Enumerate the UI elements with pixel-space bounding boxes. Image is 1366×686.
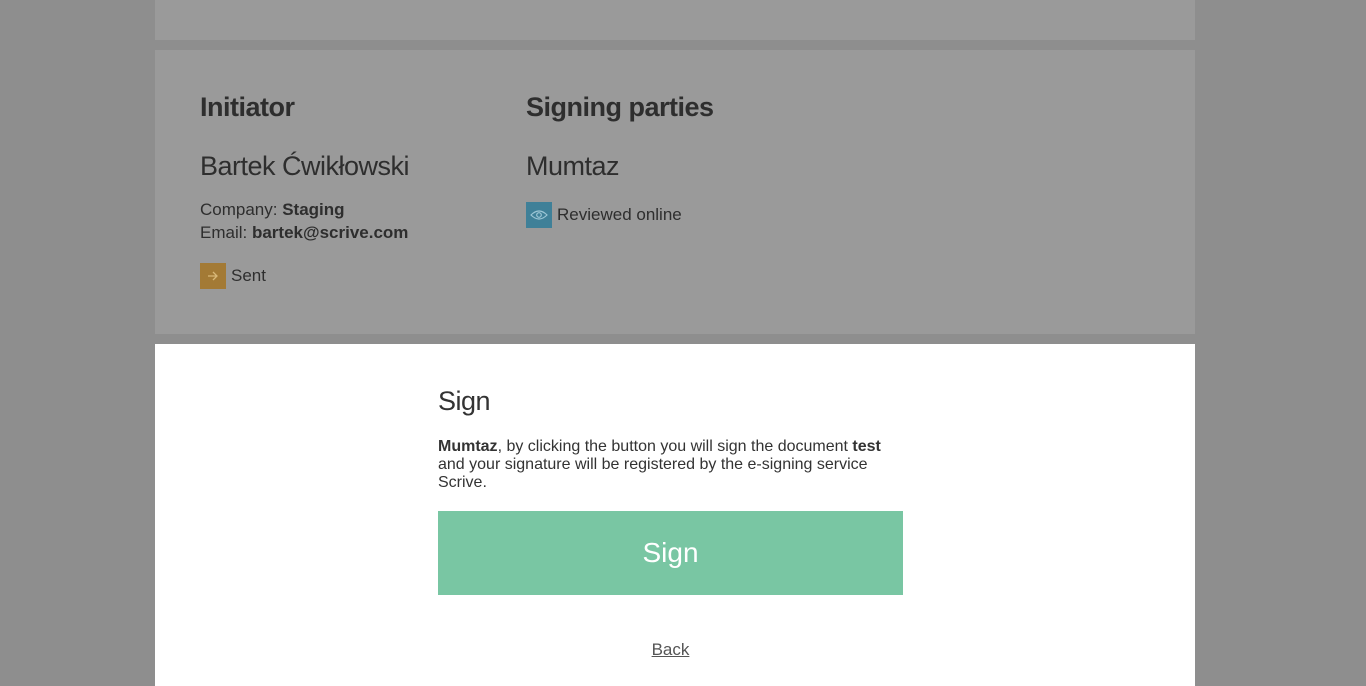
initiator-heading: Initiator — [200, 92, 295, 122]
company-value: Staging — [282, 200, 345, 219]
initiator-name: Bartek Ćwikłowski — [200, 151, 410, 181]
initiator-email: Email: bartek@scrive.com — [200, 223, 408, 243]
eye-icon — [526, 202, 552, 228]
signing-parties-heading: Signing parties — [526, 92, 714, 122]
signing-party-status: Reviewed online — [526, 202, 682, 228]
parties-panel: Initiator Bartek Ćwikłowski Company: Sta… — [155, 50, 1195, 334]
status-text: Reviewed online — [557, 205, 682, 224]
signer-name: Mumtaz — [438, 438, 498, 455]
back-link[interactable]: Back — [438, 640, 903, 660]
company-label: Company: — [200, 200, 278, 219]
email-label: Email: — [200, 223, 248, 242]
signing-party-name: Mumtaz — [526, 151, 620, 181]
email-value: bartek@scrive.com — [251, 223, 409, 242]
sign-description: Mumtaz, by clicking the button you will … — [438, 438, 908, 492]
initiator-status: Sent — [200, 263, 266, 289]
sign-button[interactable]: Sign — [438, 511, 903, 595]
status-text: Sent — [231, 266, 266, 285]
scrollbar[interactable] — [1350, 0, 1366, 686]
sign-text-part1: , by clicking the button you will sign t… — [497, 438, 853, 455]
document-section-top — [155, 0, 1195, 40]
arrow-right-icon — [200, 263, 226, 289]
sign-modal: Sign Mumtaz, by clicking the button you … — [155, 344, 1195, 686]
sign-title: Sign — [438, 386, 491, 416]
document-name: test — [852, 438, 881, 455]
sign-text-part2: and your signature will be registered by… — [438, 456, 868, 491]
page: Initiator Bartek Ćwikłowski Company: Sta… — [0, 0, 1366, 686]
initiator-company: Company: Staging — [200, 200, 345, 220]
